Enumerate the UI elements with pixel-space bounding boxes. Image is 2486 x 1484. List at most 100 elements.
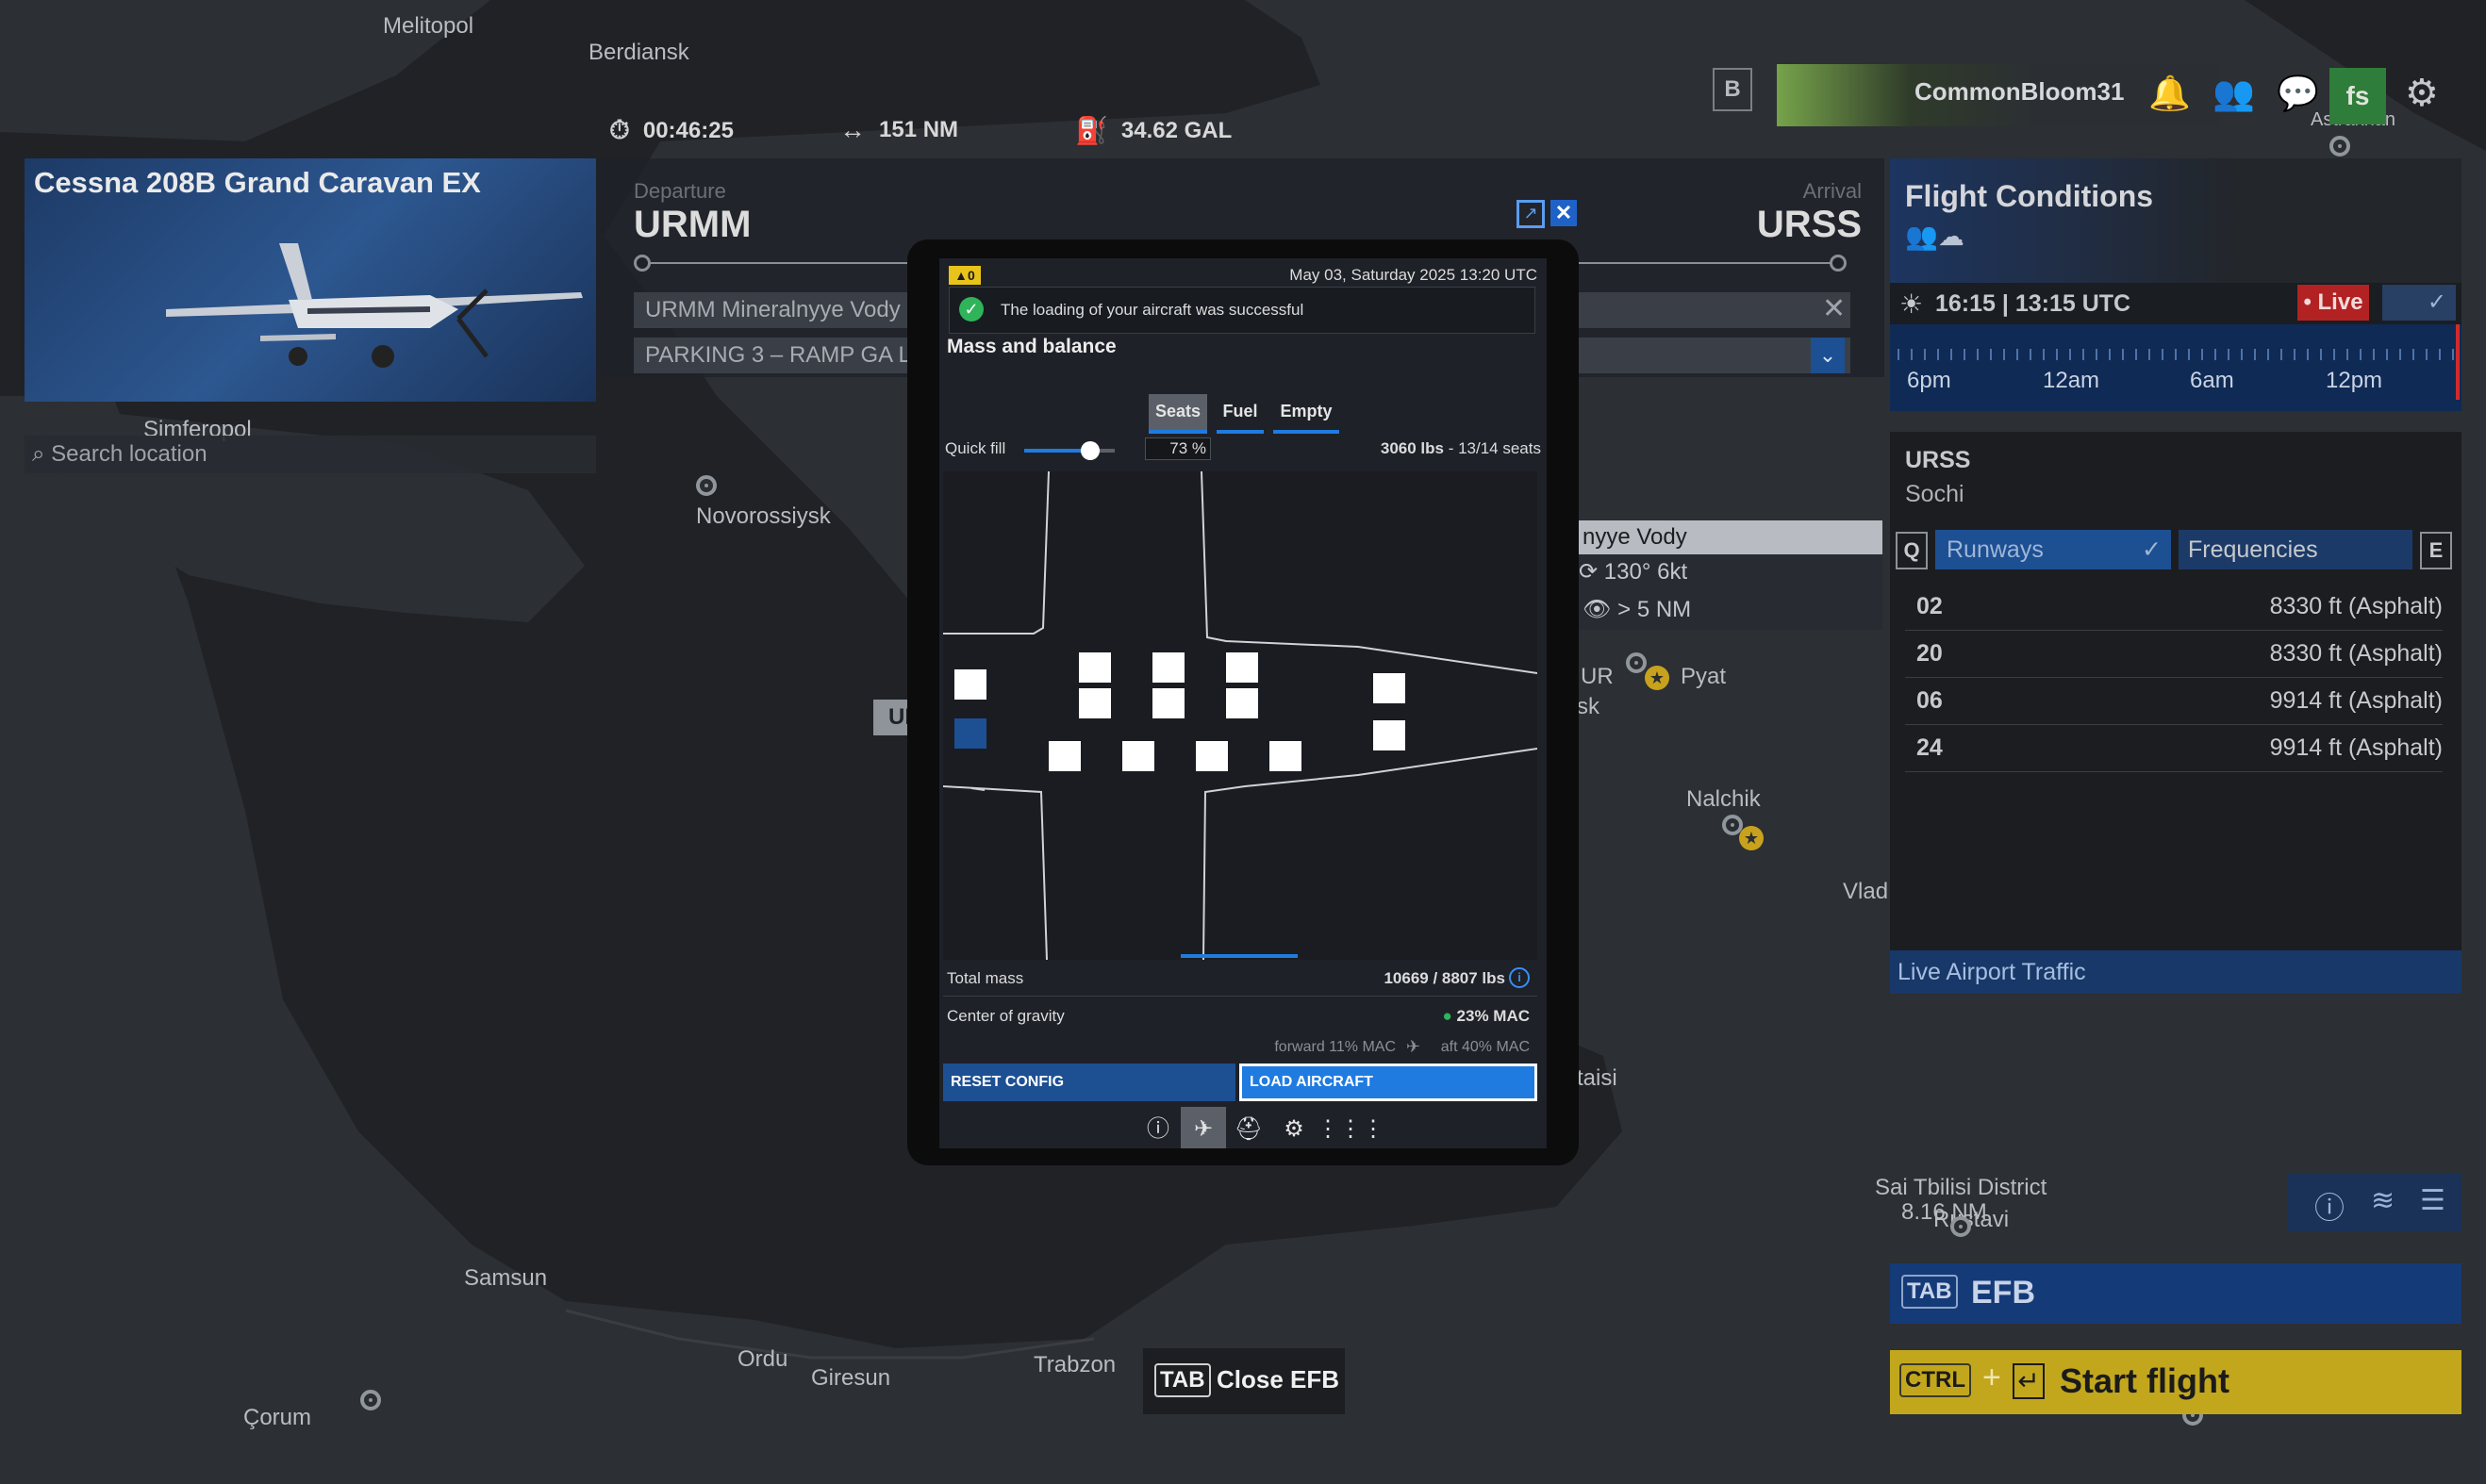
arrival-airport-code: URSS [1905, 447, 1971, 473]
notification-bell-icon[interactable]: 🔔 [2148, 74, 2191, 113]
total-mass-label: Total mass [947, 969, 1024, 987]
seat[interactable] [1373, 673, 1405, 703]
quick-fill-label: Quick fill [945, 439, 1006, 457]
alert-badge[interactable]: ▲0 [949, 266, 981, 285]
tab-frequencies[interactable]: Frequencies [2179, 530, 2412, 569]
seat[interactable] [1152, 688, 1185, 718]
info-icon[interactable]: ⓘ [2314, 1184, 2345, 1228]
airport-marker[interactable] [1950, 1216, 1971, 1237]
tab-seats[interactable]: Seats [1149, 394, 1207, 434]
close-efb-label: Close EFB [1217, 1365, 1340, 1393]
tab-runways[interactable]: Runways ✓ [1935, 530, 2171, 569]
clear-arrival-icon[interactable]: ✕ [1822, 292, 1846, 325]
efb-key: TAB [1901, 1275, 1958, 1309]
runway-row[interactable]: 20 8330 ft (Asphalt) [1905, 630, 2443, 678]
close-icon[interactable]: ✕ [1550, 200, 1577, 226]
seat[interactable] [1373, 720, 1405, 750]
map-label-ordu: Ordu [738, 1346, 788, 1372]
runway-row[interactable]: 24 9914 ft (Asphalt) [1905, 724, 2443, 772]
arrival-airport-city: Sochi [1905, 481, 1964, 507]
tab-fuel[interactable]: Fuel [1217, 394, 1264, 434]
timeline-slider[interactable]: 6pm 12am 6am 12pm [1890, 324, 2461, 411]
info-icon[interactable]: i [1509, 967, 1530, 988]
seat-empty[interactable] [954, 718, 986, 749]
airport-marker[interactable] [2329, 136, 2350, 157]
start-flight-button[interactable]: CTRL + ↵ Start flight [1890, 1350, 2461, 1414]
alert-count: 0 [968, 268, 975, 283]
scroll-indicator[interactable] [1181, 954, 1298, 958]
runway-row[interactable]: 06 9914 ft (Asphalt) [1905, 677, 2443, 725]
search-input[interactable]: Search location [51, 441, 207, 467]
close-efb-hint[interactable]: TAB Close EFB [1143, 1348, 1345, 1414]
timeline-cursor[interactable] [2456, 324, 2460, 400]
filter-icon[interactable]: ☰ [2420, 1184, 2445, 1217]
layers-icon[interactable]: ≋ [2371, 1184, 2395, 1217]
load-summary: 3060 lbs - 13/14 seats [1381, 439, 1541, 458]
wind-row: ⟳ 130° 6kt [1579, 558, 1687, 585]
seat[interactable] [1122, 741, 1154, 771]
quick-fill-knob[interactable] [1081, 441, 1101, 460]
search-bar[interactable]: ⌕ Search location [25, 436, 596, 473]
arrival-label: Arrival [1802, 179, 1862, 203]
app-grid-icon[interactable]: ⋮⋮⋮ [1317, 1107, 1384, 1148]
chevron-down-icon[interactable]: ⌄ [1811, 338, 1845, 373]
seat-count: - 13/14 seats [1443, 439, 1541, 457]
fuel-value: 34.62 GAL [1120, 117, 1233, 143]
cog-status-dot: ● [1442, 1007, 1457, 1025]
map-label-kutaisi: taisi [1577, 1065, 1617, 1091]
map-label-pyatigorsk-suffix: Pyat [1681, 664, 1727, 689]
marketplace-icon[interactable]: fs [2329, 68, 2386, 124]
arrival-airport-field[interactable] [1577, 292, 1850, 328]
user-badge[interactable]: B [1713, 68, 1752, 111]
prev-tab-key[interactable]: Q [1896, 532, 1928, 569]
map-label-corum: Çorum [243, 1405, 312, 1430]
live-badge[interactable]: • Live [2297, 285, 2369, 321]
reset-config-button[interactable]: RESET CONFIG [943, 1064, 1235, 1101]
departure-airport-field[interactable]: URMM Mineralnyye Vody [634, 292, 919, 328]
tab-empty[interactable]: Empty [1273, 394, 1339, 434]
quick-fill-slider[interactable] [1024, 441, 1115, 460]
airport-marker[interactable] [1626, 652, 1647, 673]
gear-icon[interactable]: ⚙ [2405, 72, 2439, 115]
live-airport-traffic-header[interactable]: Live Airport Traffic [1890, 950, 2461, 994]
fuel-can-icon: ⛽ [1075, 116, 1108, 145]
airport-marker[interactable] [360, 1390, 381, 1410]
aircraft-card[interactable]: Cessna 208B Grand Caravan EX [25, 158, 596, 402]
total-mass-row: Total mass 10669 / 8807 lbs i [943, 962, 1537, 997]
seat[interactable] [954, 669, 986, 700]
seat[interactable] [1226, 652, 1258, 683]
airport-marker[interactable] [696, 475, 717, 496]
friends-icon[interactable]: 👥 [2213, 74, 2255, 113]
arrival-parking-field[interactable] [1577, 338, 1850, 373]
info-icon[interactable]: ⓘ [1135, 1107, 1181, 1148]
departure-code: URMM [634, 204, 752, 245]
quick-fill-input[interactable]: 73 % [1145, 437, 1211, 460]
efb-shortcut-bar[interactable]: TAB EFB [1890, 1263, 2461, 1324]
live-toggle-check-icon[interactable]: ✓ [2382, 285, 2456, 321]
seat[interactable] [1226, 688, 1258, 718]
seat[interactable] [1269, 741, 1301, 771]
gear-icon[interactable]: ⚙ [1271, 1107, 1317, 1148]
seat[interactable] [1079, 652, 1111, 683]
distance-value: 151 NM [879, 117, 959, 142]
runway-id: 24 [1916, 734, 1943, 761]
chat-icon[interactable]: 💬 [2277, 74, 2319, 113]
seat[interactable] [1049, 741, 1081, 771]
cog-label: Center of gravity [947, 1007, 1065, 1025]
pilot-icon[interactable]: ⛑ [1226, 1107, 1271, 1148]
next-tab-key[interactable]: E [2420, 532, 2452, 569]
sun-icon: ☀ [1899, 289, 1924, 319]
departure-parking-field[interactable]: PARKING 3 – RAMP GA L [634, 338, 919, 373]
runway-row[interactable]: 02 8330 ft (Asphalt) [1905, 583, 2443, 631]
pop-out-icon[interactable]: ↗ [1516, 200, 1545, 228]
map-label-vlad: Vlad [1843, 879, 1889, 904]
seat[interactable] [1152, 652, 1185, 683]
seat[interactable] [1079, 688, 1111, 718]
timeline-ticks [1898, 349, 2454, 360]
aircraft-name: Cessna 208B Grand Caravan EX [34, 166, 481, 199]
seat[interactable] [1196, 741, 1228, 771]
load-aircraft-button[interactable]: LOAD AIRCRAFT [1239, 1064, 1537, 1101]
airplane-icon[interactable]: ✈ [1181, 1107, 1226, 1148]
timeline-label: 12am [2043, 368, 2100, 393]
username: CommonBloom31 [1914, 77, 2125, 106]
